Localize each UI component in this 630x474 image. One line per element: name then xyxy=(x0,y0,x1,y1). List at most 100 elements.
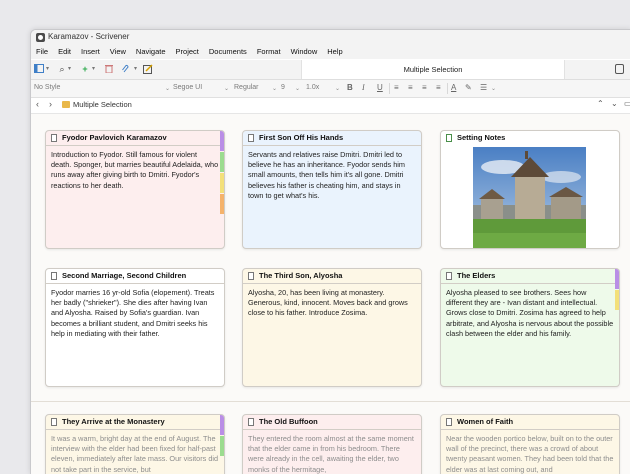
card-title: Fyodor Pavlovich Karamazov xyxy=(62,133,167,142)
index-card[interactable]: Women of Faith Near the wooden portico b… xyxy=(440,414,620,474)
index-card[interactable]: Second Marriage, Second Children Fyodor … xyxy=(45,268,225,387)
menu-help[interactable]: Help xyxy=(322,45,347,59)
menu-bar: File Edit Insert View Navigate Project D… xyxy=(31,45,630,59)
align-center-icon[interactable]: ≡ xyxy=(408,83,413,92)
label-stripes xyxy=(615,269,619,311)
index-card[interactable]: The Third Son, Alyosha Alyosha, 20, has … xyxy=(242,268,422,387)
align-left-icon[interactable]: ≡ xyxy=(394,83,399,92)
label-stripes xyxy=(220,415,224,457)
card-title: First Son Off His Hands xyxy=(259,133,344,142)
label-stripe-purple xyxy=(220,131,224,151)
menu-edit[interactable]: Edit xyxy=(53,45,76,59)
card-header: They Arrive at the Monastery xyxy=(46,415,224,430)
menu-file[interactable]: File xyxy=(31,45,53,59)
add-icon[interactable]: + xyxy=(80,64,90,74)
card-title: Women of Faith xyxy=(457,417,514,426)
row-divider xyxy=(31,401,630,402)
search-icon[interactable]: ⌕ xyxy=(57,64,67,74)
index-card[interactable]: Setting Notes xyxy=(440,130,620,249)
split-editor-icon[interactable]: ▭ xyxy=(624,99,630,108)
index-card[interactable]: They Arrive at the Monastery It was a wa… xyxy=(45,414,225,474)
document-icon xyxy=(51,418,57,426)
card-header: Fyodor Pavlovich Karamazov xyxy=(46,131,224,146)
menu-project[interactable]: Project xyxy=(171,45,204,59)
underline-icon[interactable]: U xyxy=(377,83,383,92)
menu-view[interactable]: View xyxy=(105,45,131,59)
justify-icon[interactable]: ≡ xyxy=(436,83,441,92)
index-card[interactable]: Fyodor Pavlovich Karamazov Introduction … xyxy=(45,130,225,249)
trash-icon[interactable] xyxy=(104,64,114,74)
card-synopsis: Servants and relatives raise Dmitri. Dmi… xyxy=(248,150,405,200)
menu-insert[interactable]: Insert xyxy=(76,45,105,59)
document-icon xyxy=(446,418,452,426)
back-arrow-icon[interactable]: ‹ xyxy=(36,99,39,109)
label-stripe-green xyxy=(220,152,224,172)
scrivener-logo-icon xyxy=(36,33,45,42)
card-title: Setting Notes xyxy=(457,133,506,142)
chevron-down-icon[interactable]: ⌄ xyxy=(295,85,300,92)
menu-window[interactable]: Window xyxy=(286,45,323,59)
paperclip-icon[interactable] xyxy=(121,64,131,74)
card-header: The Old Buffoon xyxy=(243,415,421,430)
chevron-down-icon[interactable]: ▾ xyxy=(134,65,137,72)
label-stripe-purple xyxy=(220,415,224,435)
binder-toggle-icon[interactable] xyxy=(34,64,44,74)
document-icon xyxy=(51,272,57,280)
format-bar: No Style ⌄ Segoe UI ⌄ Regular ⌄ 9 ⌄ 1.0x… xyxy=(31,80,630,98)
label-stripes xyxy=(220,131,224,215)
title-bar: Karamazov - Scrivener xyxy=(31,30,630,45)
menu-navigate[interactable]: Navigate xyxy=(131,45,171,59)
card-header: The Elders xyxy=(441,269,619,284)
card-synopsis: Introduction to Fyodor. Still famous for… xyxy=(51,150,219,190)
chevron-down-icon[interactable]: ▾ xyxy=(68,65,71,72)
card-title: Second Marriage, Second Children xyxy=(62,271,187,280)
card-text-preview: It was a warm, bright day at the end of … xyxy=(51,434,219,474)
chevron-down-icon[interactable]: ⌄ xyxy=(165,85,170,92)
card-text-preview: They entered the room almost at the same… xyxy=(248,434,414,474)
italic-icon[interactable]: I xyxy=(362,83,365,92)
card-title: The Third Son, Alyosha xyxy=(259,271,343,280)
menu-format[interactable]: Format xyxy=(252,45,286,59)
chevron-down-icon[interactable]: ▾ xyxy=(92,65,95,72)
document-icon xyxy=(248,418,254,426)
menu-documents[interactable]: Documents xyxy=(204,45,252,59)
chevron-down-icon[interactable]: ⌄ xyxy=(611,99,618,108)
font-weight-select[interactable]: Regular xyxy=(234,84,259,91)
card-header: Women of Faith xyxy=(441,415,619,430)
breadcrumb[interactable]: Multiple Selection xyxy=(73,100,132,109)
chevron-down-icon[interactable]: ⌄ xyxy=(335,85,340,92)
list-icon[interactable]: ☰ xyxy=(480,83,487,92)
card-header: Setting Notes xyxy=(441,131,619,145)
forward-arrow-icon[interactable]: › xyxy=(49,99,52,109)
text-color-icon[interactable]: A xyxy=(451,83,456,92)
compose-icon[interactable] xyxy=(143,64,153,74)
index-card[interactable]: The Old Buffoon They entered the room al… xyxy=(242,414,422,474)
card-title: The Old Buffoon xyxy=(259,417,318,426)
align-right-icon[interactable]: ≡ xyxy=(422,83,427,92)
chevron-down-icon[interactable]: ⌄ xyxy=(491,85,496,92)
line-spacing-select[interactable]: 1.0x xyxy=(306,84,319,91)
bold-icon[interactable]: B xyxy=(347,83,353,92)
chevron-up-icon[interactable]: ⌃ xyxy=(597,99,604,108)
chevron-down-icon[interactable]: ⌄ xyxy=(224,85,229,92)
monastery-photo xyxy=(473,147,586,248)
app-window: Karamazov - Scrivener File Edit Insert V… xyxy=(30,29,630,474)
window-title: Karamazov - Scrivener xyxy=(48,32,130,41)
chevron-down-icon[interactable]: ▾ xyxy=(46,65,49,72)
font-size-select[interactable]: 9 xyxy=(281,84,285,91)
style-select[interactable]: No Style xyxy=(34,84,60,91)
highlighter-icon[interactable]: ✎ xyxy=(465,83,472,92)
corkboard: Fyodor Pavlovich Karamazov Introduction … xyxy=(31,114,630,474)
chevron-down-icon[interactable]: ⌄ xyxy=(272,85,277,92)
image-document-icon xyxy=(446,134,452,142)
card-header: The Third Son, Alyosha xyxy=(243,269,421,284)
index-card[interactable]: First Son Off His Hands Servants and rel… xyxy=(242,130,422,249)
card-title: They Arrive at the Monastery xyxy=(62,417,165,426)
index-card[interactable]: The Elders Alyosha pleased to see brothe… xyxy=(440,268,620,387)
document-icon xyxy=(51,134,57,142)
quick-reference-icon[interactable] xyxy=(615,64,624,74)
font-select[interactable]: Segoe UI xyxy=(173,84,202,91)
label-stripe-yellow xyxy=(615,290,619,310)
card-header: First Son Off His Hands xyxy=(243,131,421,146)
document-title: Multiple Selection xyxy=(301,60,565,79)
